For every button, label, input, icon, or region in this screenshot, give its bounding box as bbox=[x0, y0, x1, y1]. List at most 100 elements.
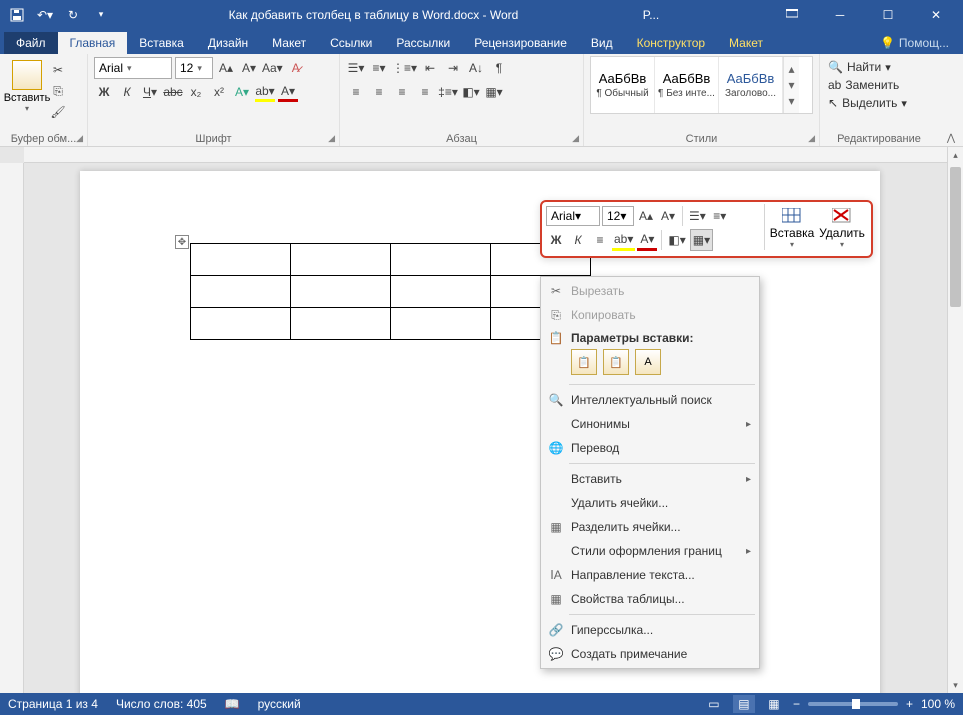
dialog-launcher-icon[interactable]: ◢ bbox=[808, 133, 815, 144]
ctx-split-cells[interactable]: ▦Разделить ячейки... bbox=[541, 515, 759, 539]
paste-text-only-icon[interactable]: A bbox=[635, 349, 661, 375]
format-painter-icon[interactable]: 🖌 bbox=[48, 102, 68, 122]
mini-bullets-icon[interactable]: ☰▾ bbox=[687, 205, 708, 227]
scrollbar-thumb[interactable] bbox=[950, 167, 961, 307]
shading-icon[interactable]: ◧▾ bbox=[461, 82, 481, 102]
document-table[interactable] bbox=[190, 243, 591, 340]
mini-shrink-font-icon[interactable]: A▾ bbox=[658, 205, 678, 227]
table-cell[interactable] bbox=[391, 308, 491, 340]
tab-references[interactable]: Ссылки bbox=[318, 32, 384, 54]
scroll-down-icon[interactable]: ▾ bbox=[948, 677, 963, 693]
tab-table-design[interactable]: Конструктор bbox=[625, 32, 717, 54]
justify-icon[interactable]: ≡ bbox=[415, 82, 435, 102]
zoom-level[interactable]: 100 % bbox=[921, 697, 955, 711]
grow-font-icon[interactable]: A▴ bbox=[216, 58, 236, 78]
mini-italic-button[interactable]: К bbox=[568, 229, 588, 251]
ctx-delete-cells[interactable]: Удалить ячейки... bbox=[541, 491, 759, 515]
numbering-icon[interactable]: ≡▾ bbox=[369, 58, 389, 78]
zoom-out-icon[interactable]: − bbox=[793, 697, 800, 711]
mini-size-combo[interactable]: 12▾ bbox=[602, 206, 634, 226]
mini-highlight-icon[interactable]: ab▾ bbox=[612, 229, 635, 251]
table-cell[interactable] bbox=[291, 308, 391, 340]
tab-review[interactable]: Рецензирование bbox=[462, 32, 579, 54]
scroll-up-icon[interactable]: ▴ bbox=[948, 147, 963, 163]
status-page[interactable]: Страница 1 из 4 bbox=[8, 697, 98, 711]
maximize-icon[interactable]: ☐ bbox=[865, 0, 911, 29]
ctx-copy[interactable]: ⎘Копировать bbox=[541, 303, 759, 327]
dialog-launcher-icon[interactable]: ◢ bbox=[76, 133, 83, 144]
borders-icon[interactable]: ▦▾ bbox=[484, 82, 504, 102]
status-word-count[interactable]: Число слов: 405 bbox=[116, 697, 207, 711]
vertical-scrollbar[interactable]: ▴ ▾ bbox=[947, 147, 963, 693]
zoom-in-icon[interactable]: + bbox=[906, 697, 913, 711]
select-button[interactable]: ↖Выделить ▾ bbox=[828, 94, 930, 112]
web-layout-icon[interactable]: ▦ bbox=[763, 695, 785, 713]
status-spelling-icon[interactable]: 📖 bbox=[225, 697, 240, 711]
tell-me[interactable]: 💡Помощ... bbox=[866, 32, 963, 54]
status-language[interactable]: русский bbox=[258, 697, 301, 711]
mini-numbering-icon[interactable]: ≡▾ bbox=[710, 205, 730, 227]
replace-button[interactable]: abЗаменить bbox=[828, 76, 930, 94]
line-spacing-icon[interactable]: ‡≡▾ bbox=[438, 82, 458, 102]
table-cell[interactable] bbox=[191, 244, 291, 276]
align-center-icon[interactable]: ≡ bbox=[369, 82, 389, 102]
tab-file[interactable]: Файл bbox=[4, 32, 58, 54]
align-left-icon[interactable]: ≡ bbox=[346, 82, 366, 102]
bullets-icon[interactable]: ☰▾ bbox=[346, 58, 366, 78]
increase-indent-icon[interactable]: ⇥ bbox=[443, 58, 463, 78]
copy-icon[interactable]: ⎘ bbox=[48, 81, 68, 101]
sort-icon[interactable]: A↓ bbox=[466, 58, 486, 78]
styles-gallery[interactable]: АаБбВв¶ Обычный АаБбВв¶ Без инте... АаБб… bbox=[590, 56, 813, 114]
ctx-text-direction[interactable]: ⅠAНаправление текста... bbox=[541, 563, 759, 587]
table-cell[interactable] bbox=[391, 244, 491, 276]
horizontal-ruler[interactable] bbox=[24, 147, 947, 163]
minimize-icon[interactable]: ─ bbox=[817, 0, 863, 29]
shrink-font-icon[interactable]: A▾ bbox=[239, 58, 259, 78]
tab-insert[interactable]: Вставка bbox=[127, 32, 196, 54]
mini-bold-button[interactable]: Ж bbox=[546, 229, 566, 251]
multilevel-list-icon[interactable]: ⋮≡▾ bbox=[392, 58, 417, 78]
paste-button[interactable]: Вставить ▾ bbox=[6, 56, 48, 122]
mini-align-icon[interactable]: ≡ bbox=[590, 229, 610, 251]
zoom-slider[interactable] bbox=[808, 702, 898, 706]
ctx-insert[interactable]: Вставить▸ bbox=[541, 467, 759, 491]
highlight-icon[interactable]: ab▾ bbox=[255, 82, 275, 102]
text-effects-icon[interactable]: A▾ bbox=[232, 82, 252, 102]
styles-expand-icon[interactable]: ▴▾▾ bbox=[783, 57, 799, 113]
collapse-ribbon-icon[interactable]: ⋀ bbox=[939, 130, 963, 146]
subscript-button[interactable]: x₂ bbox=[186, 82, 206, 102]
mini-font-color-icon[interactable]: A▾ bbox=[637, 229, 657, 251]
user-indicator[interactable]: P... bbox=[633, 8, 669, 22]
bold-button[interactable]: Ж bbox=[94, 82, 114, 102]
mini-borders-icon[interactable]: ▦▾ bbox=[690, 229, 713, 251]
vertical-ruler[interactable] bbox=[0, 163, 24, 693]
table-cell[interactable] bbox=[191, 308, 291, 340]
align-right-icon[interactable]: ≡ bbox=[392, 82, 412, 102]
dialog-launcher-icon[interactable]: ◢ bbox=[572, 133, 579, 144]
font-color-icon[interactable]: A▾ bbox=[278, 82, 298, 102]
table-cell[interactable] bbox=[291, 244, 391, 276]
ctx-hyperlink[interactable]: 🔗Гиперссылка... bbox=[541, 618, 759, 642]
paste-merge-formatting-icon[interactable]: 📋 bbox=[603, 349, 629, 375]
superscript-button[interactable]: x² bbox=[209, 82, 229, 102]
show-marks-icon[interactable]: ¶ bbox=[489, 58, 509, 78]
ctx-table-properties[interactable]: ▦Свойства таблицы... bbox=[541, 587, 759, 611]
clear-formatting-icon[interactable]: A̷ bbox=[286, 58, 306, 78]
paste-keep-formatting-icon[interactable]: 📋 bbox=[571, 349, 597, 375]
tab-design[interactable]: Дизайн bbox=[196, 32, 260, 54]
tab-mailings[interactable]: Рассылки bbox=[384, 32, 462, 54]
table-select-handle-icon[interactable]: ✥ bbox=[175, 235, 189, 249]
ctx-translate[interactable]: 🌐Перевод bbox=[541, 436, 759, 460]
read-mode-icon[interactable]: ▭ bbox=[703, 695, 725, 713]
close-icon[interactable]: ✕ bbox=[913, 0, 959, 29]
mini-shading-icon[interactable]: ◧▾ bbox=[666, 229, 687, 251]
qat-customize-icon[interactable]: ▾ bbox=[88, 2, 114, 28]
table-cell[interactable] bbox=[391, 276, 491, 308]
tab-home[interactable]: Главная bbox=[58, 32, 128, 54]
tab-layout[interactable]: Макет bbox=[260, 32, 318, 54]
font-size-combo[interactable]: 12▾ bbox=[175, 57, 213, 79]
mini-delete-button[interactable]: Удалить▾ bbox=[817, 204, 867, 252]
table-cell[interactable] bbox=[291, 276, 391, 308]
italic-button[interactable]: К bbox=[117, 82, 137, 102]
tab-table-layout[interactable]: Макет bbox=[717, 32, 775, 54]
